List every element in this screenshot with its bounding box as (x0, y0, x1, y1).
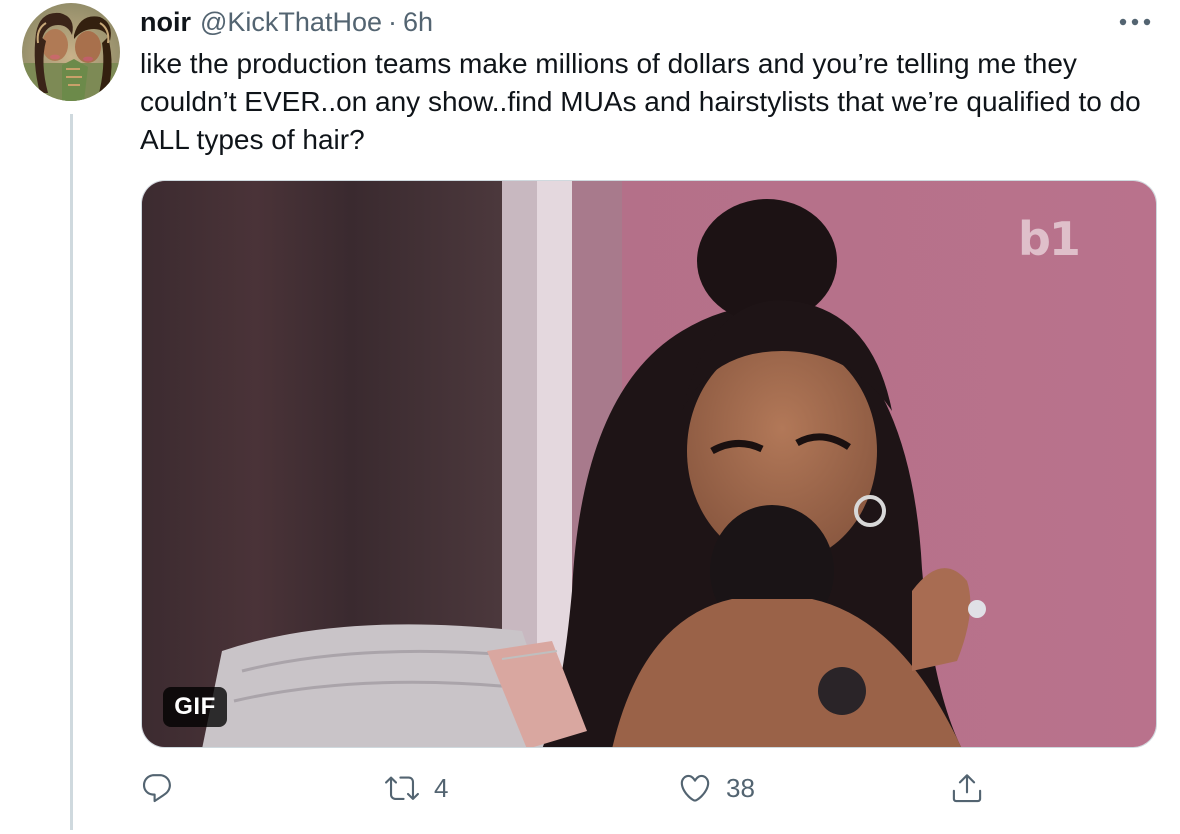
more-options-button[interactable] (1110, 5, 1160, 39)
thread-line (70, 114, 73, 830)
retweet-count: 4 (434, 772, 449, 803)
tweet-header: noir @KickThatHoe · 6h (140, 5, 433, 39)
display-name[interactable]: noir (140, 7, 191, 38)
share-button[interactable] (950, 766, 998, 810)
reply-button[interactable] (140, 766, 188, 810)
retweet-button[interactable]: 4 (384, 766, 448, 810)
user-handle[interactable]: @KickThatHoe (200, 7, 382, 38)
heart-icon (680, 774, 710, 802)
tweet-actions: 4 38 (0, 766, 1180, 810)
beats1-logo: b1 (1018, 212, 1081, 266)
like-count: 38 (726, 772, 755, 803)
more-dots-icon (1119, 18, 1151, 26)
gif-media[interactable] (141, 180, 1157, 748)
tweet-text: like the production teams make millions … (140, 48, 1141, 155)
reply-icon (142, 774, 171, 803)
separator-dot: · (387, 6, 397, 37)
gif-badge: GIF (163, 687, 227, 727)
gif-frame (142, 181, 1156, 747)
like-button[interactable]: 38 (678, 766, 755, 810)
retweet-icon (385, 776, 419, 800)
tweet-time[interactable]: 6h (403, 7, 433, 38)
avatar[interactable] (22, 3, 120, 101)
share-icon (952, 774, 982, 803)
avatar-image (22, 3, 120, 101)
